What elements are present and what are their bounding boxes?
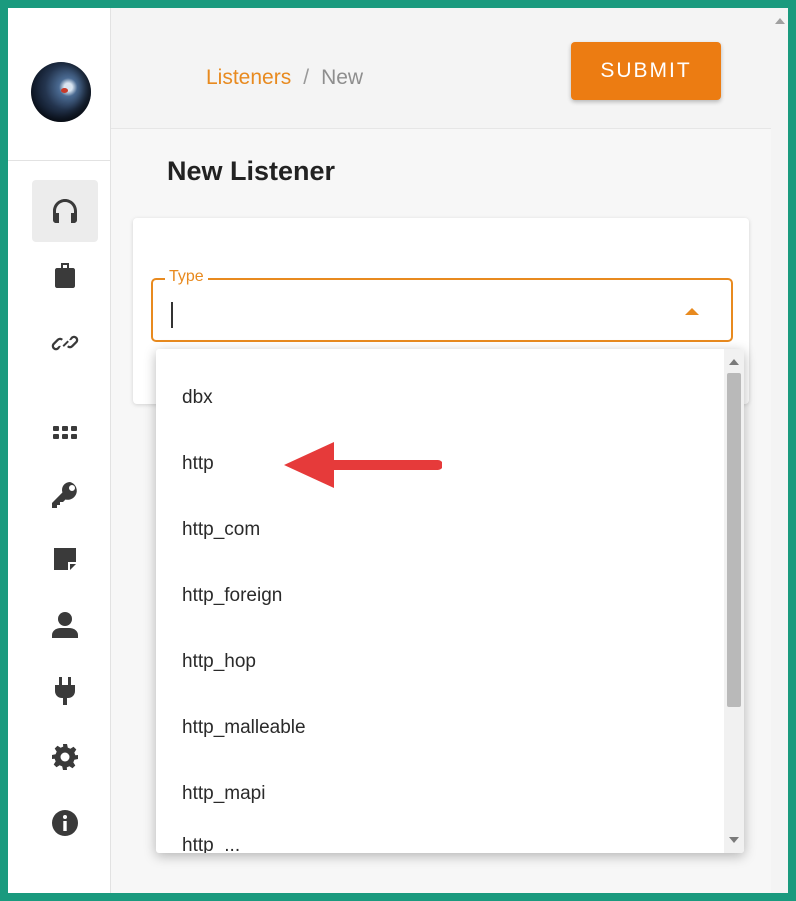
type-field-label: Type [165,268,208,286]
submit-button[interactable]: SUBMIT [571,42,721,100]
breadcrumb-separator: / [303,66,310,89]
page-scrollbar[interactable] [771,8,788,893]
type-dropdown-menu: dbx http http_com http_foreign http_hop … [156,349,744,853]
scroll-up-icon[interactable] [729,359,739,365]
dropdown-option-http-com[interactable]: http_com [156,497,726,563]
sidebar [8,8,111,893]
sidebar-item-agents[interactable] [32,312,98,374]
page-title: New Listener [167,156,336,186]
sidebar-item-users[interactable] [32,594,98,656]
dropdown-option-partial[interactable]: http_... [156,833,726,853]
dropdown-option-http-mapi[interactable]: http_mapi [156,761,726,827]
sidebar-item-modules[interactable] [32,402,98,464]
briefcase-icon [55,263,75,288]
headphones-icon [53,199,77,223]
scroll-down-icon[interactable] [729,837,739,843]
dropdown-scrollbar[interactable] [724,349,744,853]
key-icon [52,482,77,508]
sidebar-item-credentials[interactable] [32,464,98,526]
dropdown-option-dbx[interactable]: dbx [156,365,726,431]
gear-icon [52,744,78,770]
note-icon [54,548,76,570]
plug-icon [55,677,75,705]
type-field[interactable]: Type [151,268,733,342]
sidebar-item-plugins[interactable] [32,660,98,722]
top-bar: Listeners / New SUBMIT [111,8,771,129]
avatar-eye [61,88,68,93]
annotation-arrow-icon [284,442,442,488]
text-cursor [171,302,173,328]
breadcrumb: Listeners / New [206,66,363,90]
dropdown-option-http-hop[interactable]: http_hop [156,629,726,695]
sidebar-divider [8,160,110,161]
sidebar-item-stagers[interactable] [32,245,98,307]
info-icon [52,810,78,836]
dropdown-option-http-foreign[interactable]: http_foreign [156,563,726,629]
breadcrumb-current: New [321,66,364,89]
user-icon [52,612,78,638]
sidebar-item-settings[interactable] [32,726,98,788]
dropdown-option-http-malleable[interactable]: http_malleable [156,695,726,761]
sidebar-item-listeners[interactable] [32,180,98,242]
sidebar-item-notes[interactable] [32,528,98,590]
avatar[interactable] [31,62,91,122]
dropdown-scrollbar-thumb[interactable] [727,373,741,707]
grid-icon [53,426,77,439]
breadcrumb-link-listeners[interactable]: Listeners [206,66,291,89]
scroll-up-icon[interactable] [775,18,785,24]
link-icon [51,335,79,351]
sidebar-item-about[interactable] [32,792,98,854]
chevron-up-icon[interactable] [685,308,699,315]
app-frame: Listeners / New SUBMIT New Listener Type d… [0,0,796,901]
